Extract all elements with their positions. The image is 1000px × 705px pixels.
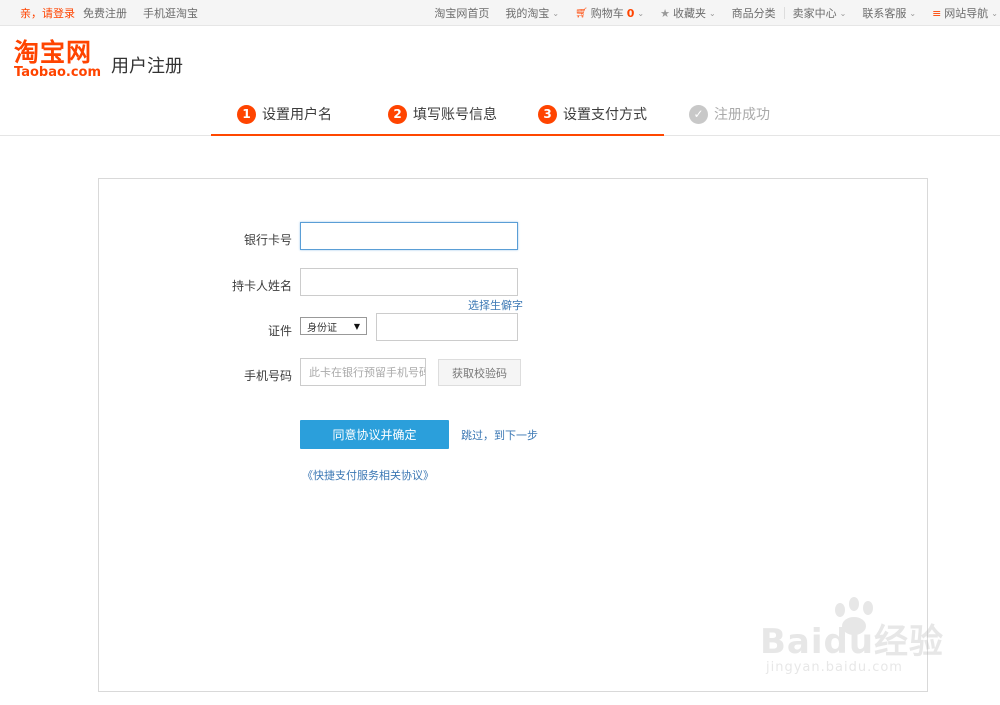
favorites-label: 收藏夹 [672, 7, 706, 20]
step-label: 设置支付方式 [563, 107, 647, 123]
chevron-down-icon: ⌄ [708, 8, 716, 18]
star-icon: ★ [660, 6, 670, 20]
steps-progress-bar [211, 134, 664, 136]
id-type-select[interactable]: 身份证 ▼ [300, 317, 367, 335]
skip-next-step-link[interactable]: 跳过，到下一步 [461, 427, 538, 443]
cart-label: 购物车 [590, 7, 624, 20]
step-number: 2 [388, 104, 407, 124]
mobile-taobao-link[interactable]: 手机逛淘宝 [143, 5, 198, 21]
my-taobao-menu[interactable]: 我的淘宝 ⌄ [497, 5, 567, 21]
step-payment-method: 3 设置支付方式 [538, 104, 647, 124]
id-type-label: 证件 [267, 324, 292, 338]
chevron-down-icon: ⌄ [991, 8, 998, 18]
site-nav-menu[interactable]: ≡ 网站导航 ⌄ [924, 5, 1000, 21]
step-label: 注册成功 [714, 107, 770, 123]
step-registration-success: ✓ 注册成功 [689, 104, 770, 124]
site-top-bar: 亲，请登录 免费注册 手机逛淘宝 淘宝网首页 我的淘宝 ⌄ 🛒︎ 购物车 0 ⌄… [0, 0, 1000, 26]
step-account-info: 2 填写账号信息 [388, 104, 497, 124]
phone-placeholder: 此卡在银行预留手机号码 [309, 366, 425, 379]
card-number-input[interactable] [300, 222, 518, 250]
logo-cn-text: 淘宝网 [14, 38, 93, 67]
id-number-input[interactable] [376, 313, 518, 341]
register-link[interactable]: 免费注册 [83, 5, 127, 21]
card-number-label: 银行卡号 [243, 233, 292, 247]
chevron-down-icon: ⌄ [839, 8, 847, 18]
customer-service-menu[interactable]: 联系客服 ⌄ [854, 5, 924, 21]
baidu-jingyan-watermark: Baidu经验 jingyan.baidu.com [760, 596, 950, 682]
checkmark-icon: ✓ [689, 104, 708, 124]
quick-pay-agreement-link[interactable]: 《快捷支付服务相关协议》 [302, 467, 434, 483]
login-link[interactable]: 亲，请登录 [20, 5, 75, 21]
seller-center-label: 卖家中心 [792, 7, 837, 20]
holder-name-label: 持卡人姓名 [231, 279, 292, 293]
site-nav-label: 网站导航 [944, 7, 989, 20]
step-set-username: 1 设置用户名 [237, 104, 332, 124]
id-type-selected: 身份证 [307, 322, 337, 334]
customer-service-label: 联系客服 [862, 7, 907, 20]
holder-name-input[interactable] [300, 268, 518, 296]
agree-and-confirm-button[interactable]: 同意协议并确定 [300, 420, 449, 449]
watermark-brand: Baidu经验 [760, 622, 945, 662]
seller-center-menu[interactable]: 卖家中心 ⌄ [785, 5, 855, 21]
step-number: 3 [538, 104, 557, 124]
phone-input[interactable]: 此卡在银行预留手机号码 [300, 358, 426, 386]
dropdown-arrow-icon: ▼ [353, 321, 360, 331]
logo-en-text: Taobao.com [14, 65, 102, 80]
cart-count: 0 [626, 6, 635, 20]
cart-menu[interactable]: 🛒︎ 购物车 0 ⌄ [567, 5, 652, 21]
chevron-down-icon: ⌄ [909, 8, 917, 18]
menu-list-icon: ≡ [932, 6, 942, 20]
chevron-down-icon: ⌄ [552, 8, 560, 18]
chevron-down-icon: ⌄ [637, 8, 645, 18]
rare-character-link[interactable]: 选择生僻字 [468, 297, 523, 313]
taobao-logo[interactable]: 淘宝网 Taobao.com [14, 40, 106, 82]
topbar-right: 淘宝网首页 我的淘宝 ⌄ 🛒︎ 购物车 0 ⌄ ★ 收藏夹 ⌄ 商品分类 卖家中… [426, 0, 1000, 26]
step-label: 设置用户名 [262, 107, 332, 123]
page-title: 用户注册 [111, 56, 183, 77]
step-label: 填写账号信息 [413, 107, 497, 123]
shopping-cart-icon: 🛒︎ [575, 7, 588, 19]
categories-link[interactable]: 商品分类 [724, 5, 784, 21]
topbar-left: 亲，请登录 免费注册 手机逛淘宝 [20, 0, 198, 26]
phone-label: 手机号码 [243, 369, 292, 383]
watermark-url: jingyan.baidu.com [766, 660, 903, 675]
favorites-menu[interactable]: ★ 收藏夹 ⌄ [652, 5, 724, 21]
my-taobao-label: 我的淘宝 [505, 7, 550, 20]
registration-steps: 1 设置用户名 2 填写账号信息 3 设置支付方式 ✓ 注册成功 [0, 100, 1000, 136]
get-verification-code-button[interactable]: 获取校验码 [438, 359, 521, 386]
step-number: 1 [237, 104, 256, 124]
taobao-home-link[interactable]: 淘宝网首页 [426, 5, 497, 21]
